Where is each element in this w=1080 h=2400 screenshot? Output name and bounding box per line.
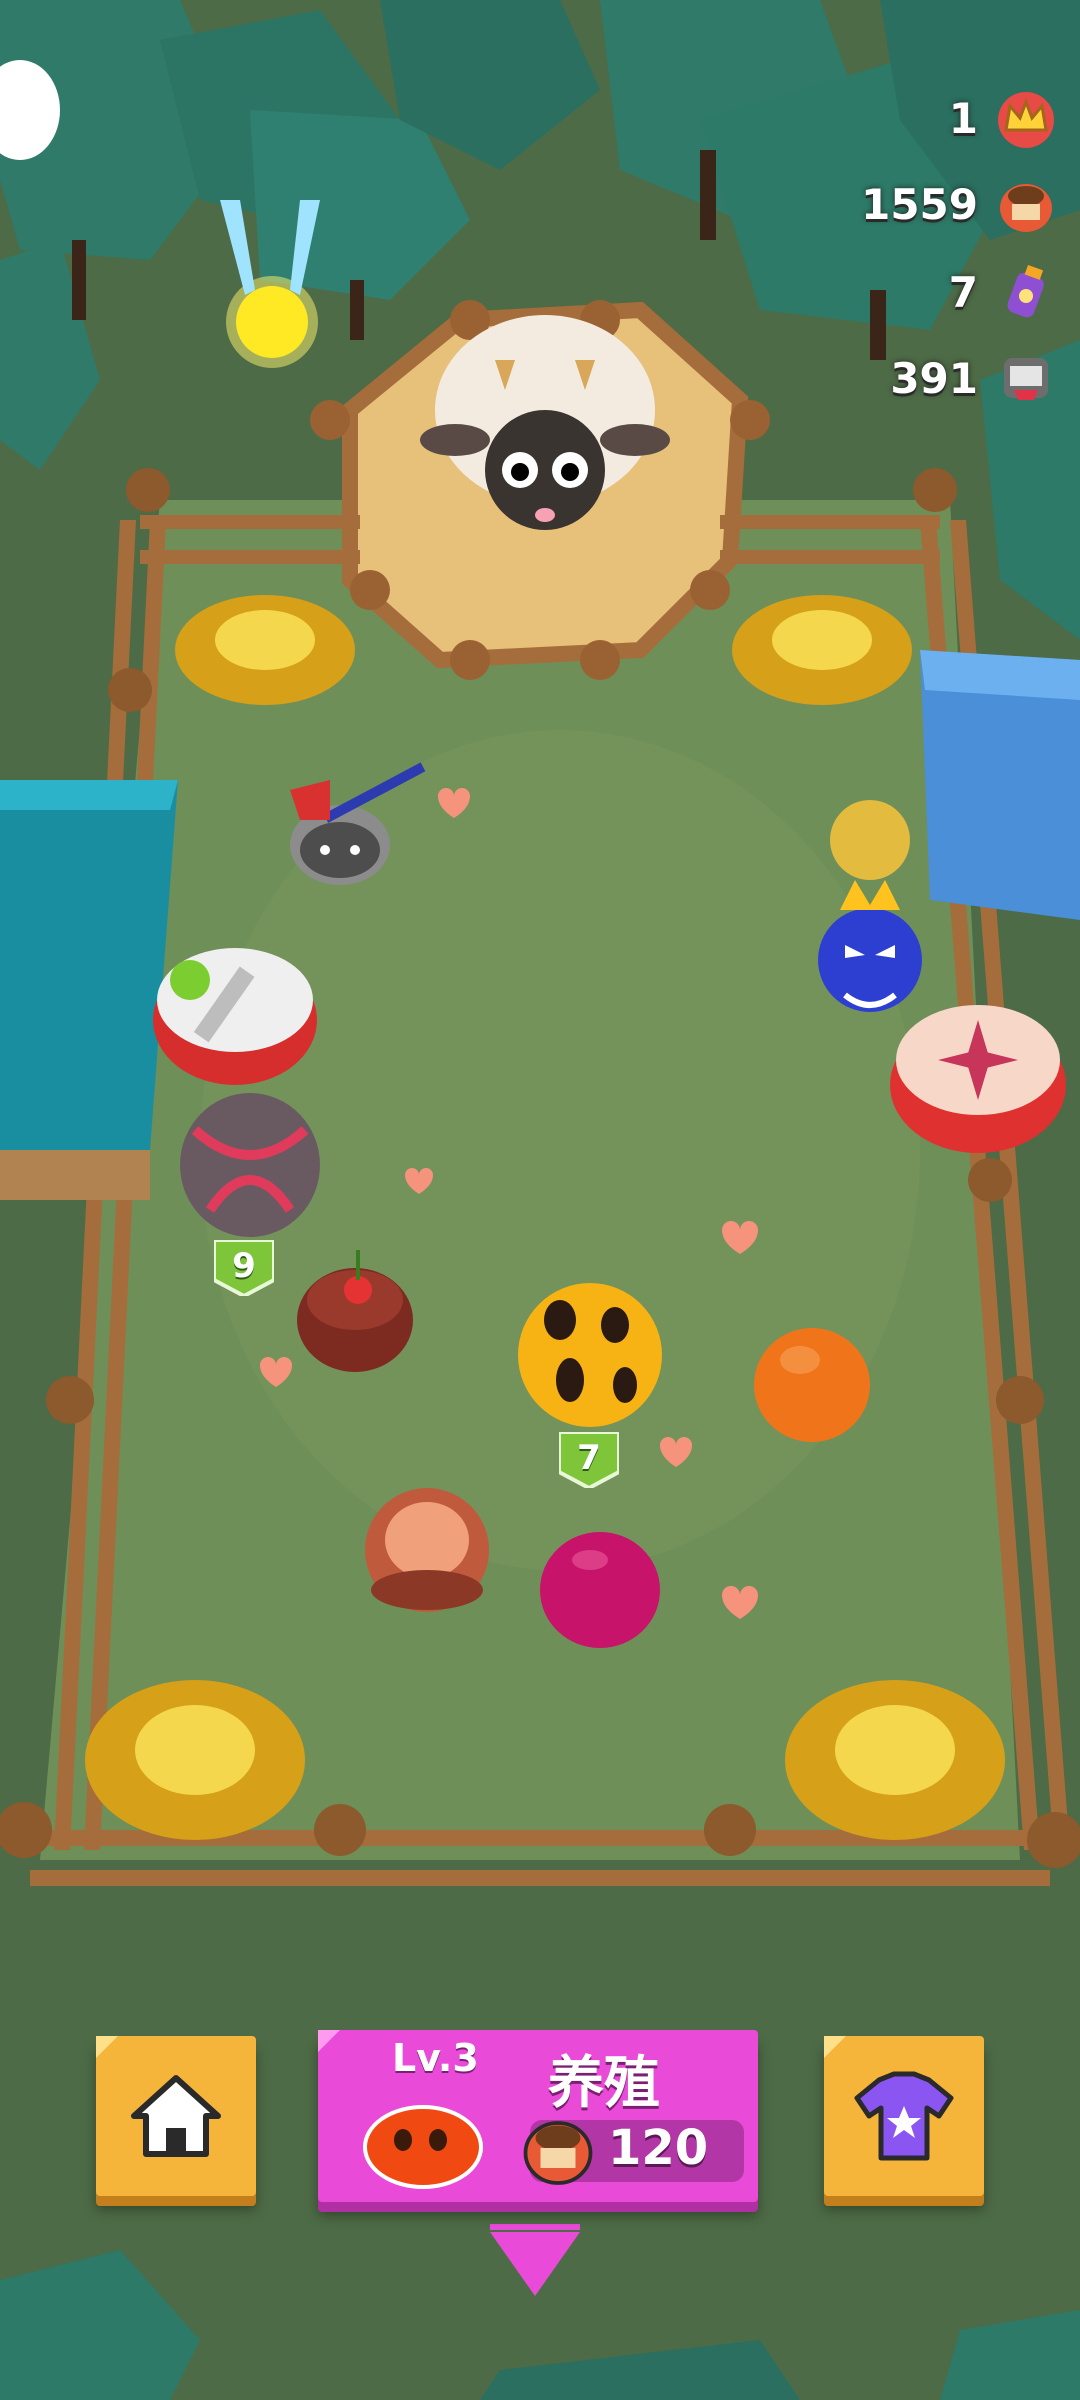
slime-icon xyxy=(363,2105,483,2189)
hat-blob-monster[interactable] xyxy=(365,1488,489,1612)
orange-blob-monster[interactable] xyxy=(754,1328,870,1442)
breed-level: Lv.3 xyxy=(392,2036,479,2080)
nest-top-right[interactable] xyxy=(732,595,912,705)
pot-coin-icon xyxy=(523,2121,593,2185)
blue-house[interactable] xyxy=(920,650,1080,920)
breed-price: 120 xyxy=(608,2120,709,2176)
coin-counter: 1559 xyxy=(861,172,1058,236)
potion-bottle-icon xyxy=(1007,264,1044,318)
token-count: 391 xyxy=(890,353,978,403)
home-icon xyxy=(131,2075,221,2157)
level-tag-veined-monster: 9 xyxy=(212,1238,276,1299)
tshirt-star-icon xyxy=(854,2071,954,2161)
game-screen: 1 1559 7 391 9 7 Lv.3 养殖 120 xyxy=(0,0,1080,2400)
crown-icon xyxy=(998,92,1054,148)
magenta-blob-monster[interactable] xyxy=(540,1532,660,1648)
level-number: 7 xyxy=(577,1438,601,1478)
veined-monster[interactable] xyxy=(180,1093,320,1237)
patterned-pie-monster[interactable] xyxy=(890,1005,1066,1153)
level-tag-leopard-monster: 7 xyxy=(557,1430,621,1491)
crown-counter: 1 xyxy=(949,86,1058,150)
nest-top-left[interactable] xyxy=(175,595,355,705)
drum-monster[interactable] xyxy=(153,948,317,1085)
level-number: 9 xyxy=(232,1246,256,1286)
token-counter: 391 xyxy=(890,346,1058,410)
breed-title: 养殖 xyxy=(548,2051,660,2116)
potion-counter: 7 xyxy=(949,260,1058,324)
nest-bottom-left[interactable] xyxy=(85,1680,305,1840)
pot-coin-icon xyxy=(1000,184,1052,232)
home-button[interactable] xyxy=(96,2036,256,2196)
leopard-monster[interactable] xyxy=(518,1283,662,1427)
potion-count: 7 xyxy=(948,267,978,317)
crown-count: 1 xyxy=(948,93,978,143)
coin-count: 1559 xyxy=(861,179,978,229)
outfit-button[interactable] xyxy=(824,2036,984,2196)
robot-face-icon xyxy=(1004,358,1048,400)
nest-bottom-right[interactable] xyxy=(785,1680,1005,1840)
breed-button[interactable]: Lv.3 养殖 120 xyxy=(318,2030,758,2202)
